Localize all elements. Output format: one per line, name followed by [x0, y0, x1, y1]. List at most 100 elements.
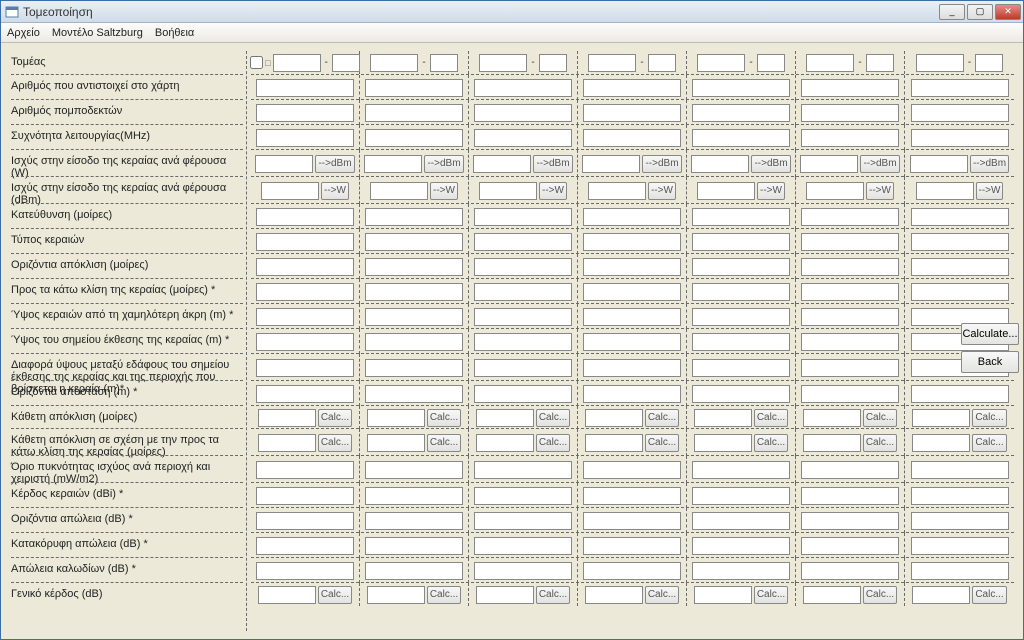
value-input[interactable]: [365, 258, 463, 276]
value-input[interactable]: [583, 562, 681, 580]
value-input[interactable]: [476, 409, 534, 427]
value-input[interactable]: [692, 461, 790, 479]
value-input[interactable]: [365, 79, 463, 97]
value-input[interactable]: [806, 182, 864, 200]
to-dbm-button[interactable]: -->dBm: [642, 155, 681, 173]
value-input[interactable]: [585, 586, 643, 604]
value-input[interactable]: [583, 258, 681, 276]
calc-button[interactable]: Calc...: [318, 409, 352, 427]
value-input[interactable]: [583, 283, 681, 301]
value-input[interactable]: [583, 537, 681, 555]
value-input[interactable]: [583, 385, 681, 403]
sector-input[interactable]: [588, 54, 636, 72]
value-input[interactable]: [365, 104, 463, 122]
value-input[interactable]: [800, 155, 858, 173]
value-input[interactable]: [692, 208, 790, 226]
value-input[interactable]: [801, 129, 899, 147]
value-input[interactable]: [803, 586, 861, 604]
value-input[interactable]: [473, 155, 531, 173]
value-input[interactable]: [910, 155, 968, 173]
sector-sub-input[interactable]: [866, 54, 894, 72]
value-input[interactable]: [474, 258, 572, 276]
value-input[interactable]: [365, 308, 463, 326]
value-input[interactable]: [256, 512, 354, 530]
value-input[interactable]: [258, 586, 316, 604]
value-input[interactable]: [474, 359, 572, 377]
close-button[interactable]: ✕: [995, 4, 1021, 20]
to-w-button[interactable]: -->W: [430, 182, 458, 200]
value-input[interactable]: [474, 562, 572, 580]
calc-button[interactable]: Calc...: [318, 586, 352, 604]
value-input[interactable]: [370, 182, 428, 200]
value-input[interactable]: [474, 461, 572, 479]
sector-input[interactable]: [806, 54, 854, 72]
value-input[interactable]: [474, 537, 572, 555]
value-input[interactable]: [692, 258, 790, 276]
calc-button[interactable]: Calc...: [536, 409, 570, 427]
value-input[interactable]: [474, 385, 572, 403]
calc-button[interactable]: Calc...: [427, 586, 461, 604]
sector-input[interactable]: [370, 54, 418, 72]
value-input[interactable]: [692, 233, 790, 251]
menu-help[interactable]: Βοήθεια: [155, 27, 194, 39]
calc-button[interactable]: Calc...: [972, 409, 1006, 427]
value-input[interactable]: [692, 562, 790, 580]
value-input[interactable]: [911, 487, 1009, 505]
calc-button[interactable]: Calc...: [754, 586, 788, 604]
menu-model[interactable]: Μοντέλο Saltzburg: [52, 27, 143, 39]
value-input[interactable]: [585, 434, 643, 452]
to-w-button[interactable]: -->W: [321, 182, 349, 200]
value-input[interactable]: [258, 434, 316, 452]
sector-sub-input[interactable]: [648, 54, 676, 72]
value-input[interactable]: [801, 208, 899, 226]
to-dbm-button[interactable]: -->dBm: [315, 155, 354, 173]
calculate-button[interactable]: Calculate...: [961, 323, 1019, 345]
value-input[interactable]: [583, 129, 681, 147]
calc-button[interactable]: Calc...: [645, 434, 679, 452]
value-input[interactable]: [911, 104, 1009, 122]
sector-input[interactable]: [916, 54, 964, 72]
maximize-button[interactable]: ▢: [967, 4, 993, 20]
to-w-button[interactable]: -->W: [539, 182, 567, 200]
value-input[interactable]: [365, 537, 463, 555]
value-input[interactable]: [258, 409, 316, 427]
sector-input[interactable]: [479, 54, 527, 72]
value-input[interactable]: [476, 586, 534, 604]
calc-button[interactable]: Calc...: [754, 409, 788, 427]
calc-button[interactable]: Calc...: [536, 586, 570, 604]
calc-button[interactable]: Calc...: [536, 434, 570, 452]
minimize-button[interactable]: _: [939, 4, 965, 20]
value-input[interactable]: [801, 104, 899, 122]
value-input[interactable]: [256, 258, 354, 276]
to-w-button[interactable]: -->W: [976, 182, 1004, 200]
value-input[interactable]: [256, 104, 354, 122]
calc-button[interactable]: Calc...: [863, 409, 897, 427]
value-input[interactable]: [256, 283, 354, 301]
value-input[interactable]: [692, 487, 790, 505]
value-input[interactable]: [583, 359, 681, 377]
value-input[interactable]: [801, 283, 899, 301]
calc-button[interactable]: Calc...: [863, 434, 897, 452]
value-input[interactable]: [912, 434, 970, 452]
sector-input[interactable]: [273, 54, 321, 72]
value-input[interactable]: [801, 79, 899, 97]
value-input[interactable]: [583, 512, 681, 530]
value-input[interactable]: [365, 208, 463, 226]
value-input[interactable]: [692, 537, 790, 555]
sector-sub-input[interactable]: [757, 54, 785, 72]
value-input[interactable]: [365, 461, 463, 479]
calc-button[interactable]: Calc...: [972, 434, 1006, 452]
value-input[interactable]: [691, 155, 749, 173]
value-input[interactable]: [256, 385, 354, 403]
calc-button[interactable]: Calc...: [972, 586, 1006, 604]
value-input[interactable]: [583, 104, 681, 122]
value-input[interactable]: [256, 233, 354, 251]
value-input[interactable]: [474, 308, 572, 326]
sector-sub-input[interactable]: [430, 54, 458, 72]
value-input[interactable]: [911, 233, 1009, 251]
calc-button[interactable]: Calc...: [318, 434, 352, 452]
sector-sub-input[interactable]: [332, 54, 360, 72]
value-input[interactable]: [256, 308, 354, 326]
value-input[interactable]: [801, 562, 899, 580]
value-input[interactable]: [256, 562, 354, 580]
